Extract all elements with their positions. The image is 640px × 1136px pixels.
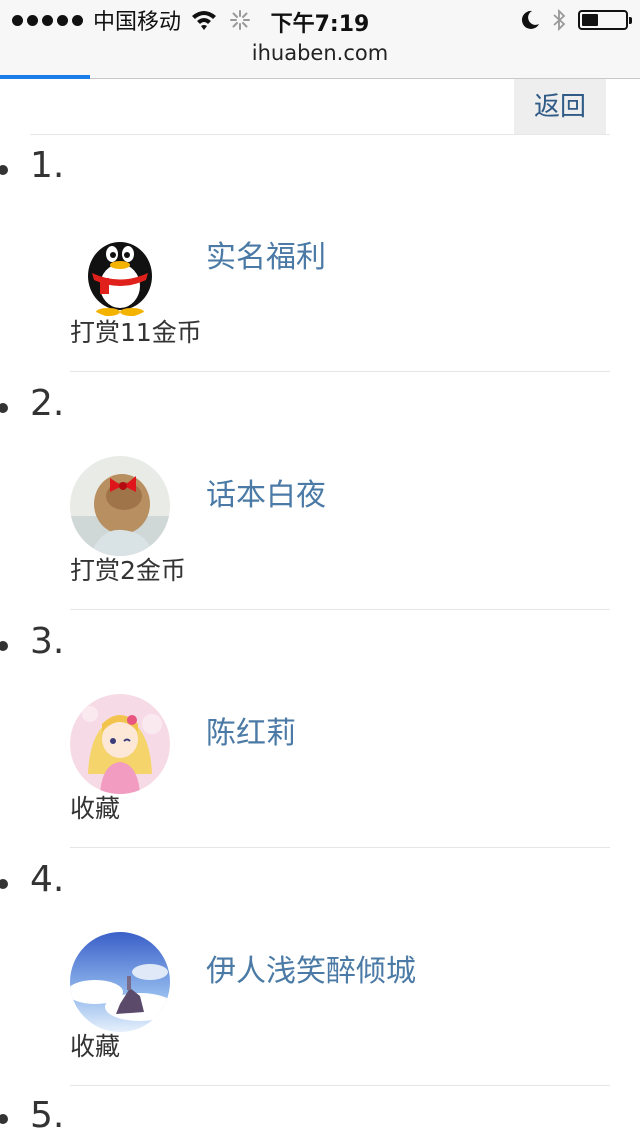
address-bar[interactable]: ihuaben.com bbox=[0, 40, 640, 79]
reward-text: 打赏11金币 bbox=[70, 318, 202, 347]
back-button[interactable]: 返回 bbox=[514, 79, 606, 135]
item-number: 5. bbox=[30, 1095, 65, 1136]
sky-landscape-avatar[interactable] bbox=[70, 932, 170, 1032]
list-item: 2. 话本白夜 打赏2金币 bbox=[0, 378, 640, 616]
item-divider bbox=[70, 609, 610, 610]
reward-text: 打赏2金币 bbox=[70, 556, 186, 585]
bullet-icon bbox=[0, 641, 8, 651]
item-divider bbox=[70, 847, 610, 848]
item-number: 2. bbox=[30, 383, 65, 424]
page-load-progress bbox=[0, 75, 90, 79]
user-name-link[interactable]: 伊人浅笑醉倾城 bbox=[206, 952, 416, 992]
bluetooth-icon bbox=[553, 8, 566, 32]
bullet-icon bbox=[0, 1114, 8, 1124]
status-bar: 中国移动 下午7:19 bbox=[0, 0, 640, 40]
anime-girl-avatar[interactable] bbox=[70, 694, 170, 794]
favorite-text: 收藏 bbox=[70, 794, 121, 823]
item-divider bbox=[70, 371, 610, 372]
list-item: 3. 陈红莉 收藏 bbox=[0, 616, 640, 854]
url-text[interactable]: ihuaben.com bbox=[0, 40, 640, 66]
girl-red-bow-avatar[interactable] bbox=[70, 456, 170, 556]
list-item: 4. 伊人浅笑醉倾城 收藏 bbox=[0, 854, 640, 1092]
item-number: 3. bbox=[30, 621, 65, 662]
bullet-icon bbox=[0, 403, 8, 413]
item-number: 1. bbox=[30, 145, 65, 186]
qq-penguin-avatar[interactable] bbox=[70, 218, 170, 318]
user-name-link[interactable]: 话本白夜 bbox=[206, 476, 326, 516]
top-divider bbox=[30, 134, 610, 135]
item-number: 4. bbox=[30, 859, 65, 900]
moon-icon bbox=[521, 10, 539, 29]
bullet-icon bbox=[0, 165, 8, 175]
bullet-icon bbox=[0, 879, 8, 889]
battery-icon bbox=[578, 10, 632, 30]
list-item: 1. 实名福利 打赏11金币 bbox=[0, 140, 640, 378]
user-name-link[interactable]: 陈红莉 bbox=[206, 714, 296, 754]
user-name-link[interactable]: 实名福利 bbox=[206, 238, 326, 278]
favorite-text: 收藏 bbox=[70, 1032, 121, 1061]
item-divider bbox=[70, 1085, 610, 1086]
